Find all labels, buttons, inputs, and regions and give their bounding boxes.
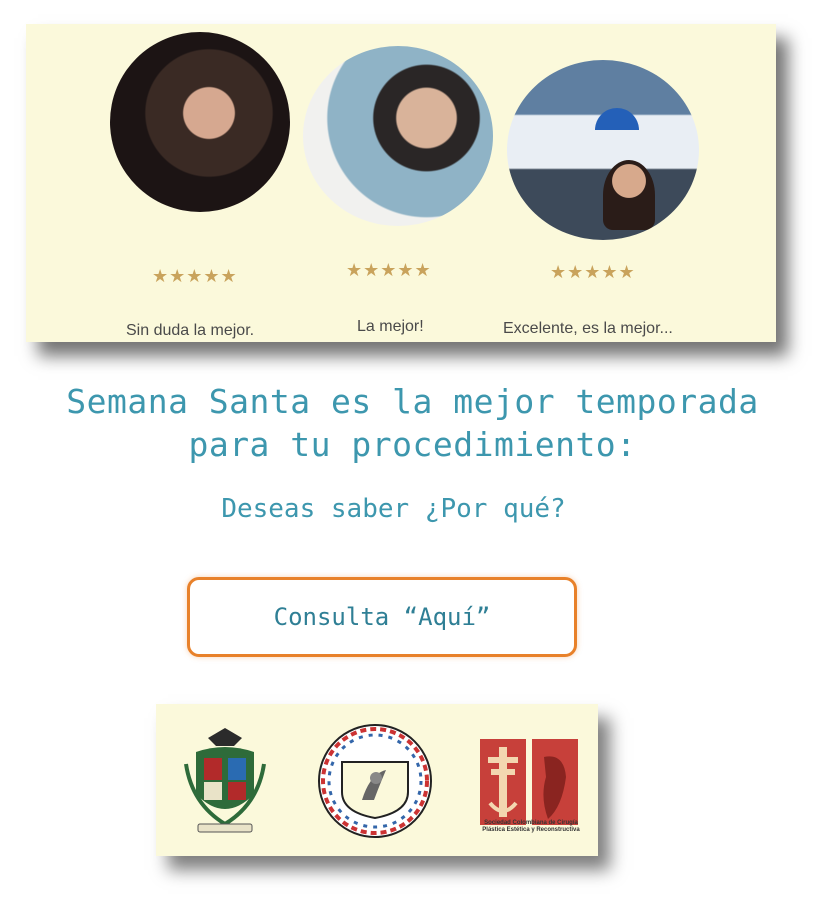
page-headline: Semana Santa es la mejor temporada para … [0, 380, 825, 466]
consulta-button-label: Consulta “Aquí” [273, 603, 491, 631]
testimonial-photo-2 [303, 46, 493, 226]
headline-line-1: Semana Santa es la mejor temporada [66, 382, 759, 421]
rating-stars-2: ★★★★★ [346, 260, 432, 281]
rating-stars-1: ★★★★★ [152, 266, 238, 287]
university-crest-logo [184, 728, 266, 833]
testimonials-panel: ★★★★★ ★★★★★ ★★★★★ Sin duda la mejor. La … [26, 24, 776, 342]
sociedad-colombiana-caption: Sociedad Colombiana de Cirugía Plástica … [482, 820, 580, 833]
rating-stars-3: ★★★★★ [550, 262, 636, 283]
consulta-button[interactable]: Consulta “Aquí” [187, 577, 577, 657]
testimonial-caption-2: La mejor! [357, 318, 424, 335]
testimonial-caption-3: Excelente, es la mejor... [503, 320, 673, 337]
photo-person [603, 160, 655, 230]
testimonial-photo-3 [507, 60, 699, 240]
federacion-ibero-latinoamericana-logo [318, 724, 432, 838]
photo-dome [595, 108, 639, 130]
testimonial-photo-1 [110, 32, 290, 212]
headline-line-2: para tu procedimiento: [188, 425, 637, 464]
subheading: Deseas saber ¿Por qué? [221, 494, 566, 524]
affiliations-panel: Sociedad Colombiana de Cirugía Plástica … [156, 704, 598, 856]
testimonial-caption-1: Sin duda la mejor. [126, 322, 255, 339]
